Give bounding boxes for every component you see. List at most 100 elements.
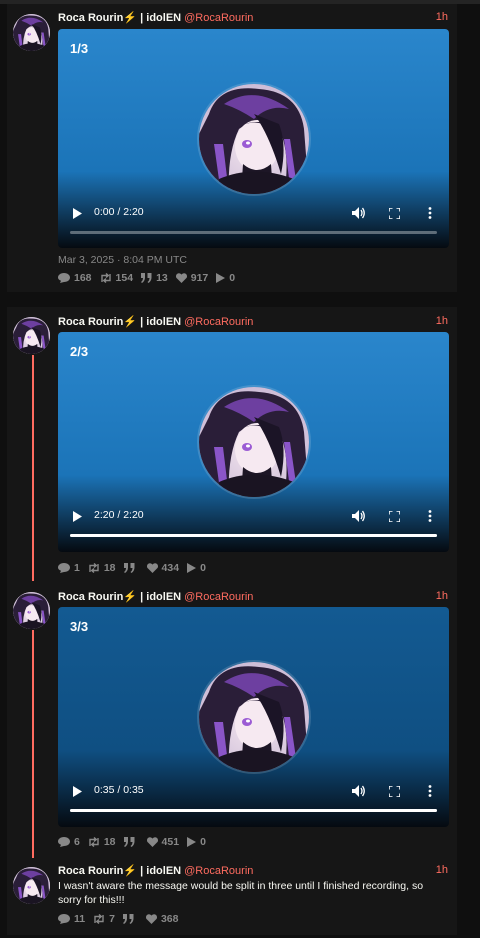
view-count: 0 [229, 272, 236, 284]
fullname[interactable]: Roca Rourin⚡ | idolEN [58, 316, 181, 328]
reply-stat[interactable]: 168 [58, 272, 92, 284]
more-options-icon[interactable] [421, 200, 439, 226]
retweet-icon [94, 914, 104, 924]
tweet-time[interactable]: 1h [436, 11, 448, 23]
retweet-stat[interactable]: 7 [93, 913, 115, 925]
quote-icon [122, 914, 134, 924]
username[interactable]: @RocaRourin [184, 865, 253, 877]
video-counter: 2/3 [70, 344, 89, 359]
avatar[interactable] [13, 317, 50, 354]
tweet-time[interactable]: 1h [436, 590, 448, 602]
reply-stat[interactable]: 1 [58, 562, 80, 574]
comment-icon [58, 563, 70, 573]
like-stat[interactable]: 368 [145, 913, 179, 925]
quote-count: 13 [156, 272, 168, 284]
video-player[interactable]: 2/3 2:20 / 2:20 [58, 332, 449, 552]
avatar[interactable] [13, 14, 50, 51]
video-time: 0:00 / 2:20 [94, 206, 144, 218]
video-thumbnail [199, 387, 309, 497]
like-stat[interactable]: 451 [146, 836, 180, 848]
username[interactable]: @RocaRourin [184, 591, 253, 603]
play-icon[interactable] [68, 200, 86, 226]
video-thumbnail [199, 84, 309, 194]
view-stat[interactable]: 0 [187, 562, 206, 574]
video-progress-fill [70, 809, 437, 812]
like-count: 368 [160, 913, 179, 925]
tweet-stats: 168 154 13 917 0 [58, 271, 243, 285]
avatar[interactable] [13, 867, 50, 904]
tweet-stats: 11 7 368 [58, 912, 186, 926]
like-count: 917 [190, 272, 209, 284]
fullname[interactable]: Roca Rourin⚡ | idolEN [58, 12, 181, 24]
quote-stat[interactable]: 13 [141, 272, 168, 284]
thread-panel: Roca Rourin⚡ | idolEN @RocaRourin 1h 2/3 … [7, 307, 457, 935]
retweet-count: 7 [109, 913, 115, 925]
tweet-header: Roca Rourin⚡ | idolEN @RocaRourin 1h [58, 11, 448, 25]
fullname[interactable]: Roca Rourin⚡ | idolEN [58, 865, 181, 877]
username[interactable]: @RocaRourin [184, 316, 253, 328]
like-count: 451 [161, 836, 180, 848]
retweet-count: 18 [103, 836, 116, 848]
retweet-icon [89, 837, 99, 847]
tweet-date[interactable]: Mar 3, 2025 · 8:04 PM UTC [58, 254, 187, 266]
play-icon[interactable] [68, 503, 86, 529]
video-progress-bar[interactable] [70, 809, 437, 812]
video-progress-bar[interactable] [70, 231, 437, 234]
video-player[interactable]: 3/3 0:35 / 0:35 [58, 607, 449, 827]
video-controls: 0:00 / 2:20 [58, 200, 449, 226]
play-count-icon [187, 837, 197, 847]
heart-icon [146, 837, 158, 847]
retweet-icon [89, 563, 99, 573]
heart-icon [146, 563, 158, 573]
retweet-stat[interactable]: 18 [88, 836, 116, 848]
video-time: 0:35 / 0:35 [94, 784, 144, 796]
reply-stat[interactable]: 6 [58, 836, 80, 848]
reply-count: 168 [74, 272, 92, 284]
retweet-icon [100, 273, 111, 283]
username[interactable]: @RocaRourin [184, 12, 253, 24]
more-options-icon[interactable] [421, 778, 439, 804]
video-progress-fill [70, 534, 437, 537]
video-thumbnail [199, 662, 309, 772]
more-options-icon[interactable] [421, 503, 439, 529]
retweet-count: 154 [115, 272, 134, 284]
view-stat[interactable]: 0 [216, 272, 235, 284]
fullscreen-icon[interactable] [385, 503, 403, 529]
quote-stat[interactable] [123, 837, 139, 847]
fullscreen-icon[interactable] [385, 200, 403, 226]
retweet-stat[interactable]: 18 [88, 562, 116, 574]
quote-icon [123, 837, 135, 847]
tweet-text: I wasn't aware the message would be spli… [58, 880, 424, 906]
heart-icon [175, 273, 187, 283]
volume-icon[interactable] [349, 778, 367, 804]
play-count-icon [216, 273, 226, 283]
reply-stat[interactable]: 11 [58, 913, 85, 925]
heart-icon [145, 914, 157, 924]
like-stat[interactable]: 917 [175, 272, 209, 284]
video-controls: 2:20 / 2:20 [58, 503, 449, 529]
video-player[interactable]: 1/3 0:00 / 2:20 [58, 29, 449, 248]
view-stat[interactable]: 0 [187, 836, 206, 848]
quote-stat[interactable] [123, 563, 139, 573]
tweet-stats: 6 18 451 0 [58, 835, 214, 849]
reply-count: 6 [74, 836, 80, 848]
avatar[interactable] [13, 592, 50, 629]
quote-stat[interactable] [122, 914, 138, 924]
reply-count: 11 [74, 913, 86, 925]
retweet-stat[interactable]: 154 [100, 272, 134, 284]
tweet-header: Roca Rourin⚡ | idolEN @RocaRourin 1h [58, 590, 448, 604]
fullname[interactable]: Roca Rourin⚡ | idolEN [58, 591, 181, 603]
volume-icon[interactable] [349, 200, 367, 226]
tweet-time[interactable]: 1h [436, 864, 448, 876]
play-icon[interactable] [68, 778, 86, 804]
video-counter: 1/3 [70, 41, 89, 56]
video-progress-bar[interactable] [70, 534, 437, 537]
comment-icon [58, 273, 70, 283]
video-time: 2:20 / 2:20 [94, 509, 144, 521]
tweet-header: Roca Rourin⚡ | idolEN @RocaRourin 1h [58, 315, 448, 329]
volume-icon[interactable] [349, 503, 367, 529]
like-stat[interactable]: 434 [146, 562, 179, 574]
fullscreen-icon[interactable] [385, 778, 403, 804]
quote-icon [141, 273, 152, 283]
tweet-time[interactable]: 1h [436, 315, 448, 327]
